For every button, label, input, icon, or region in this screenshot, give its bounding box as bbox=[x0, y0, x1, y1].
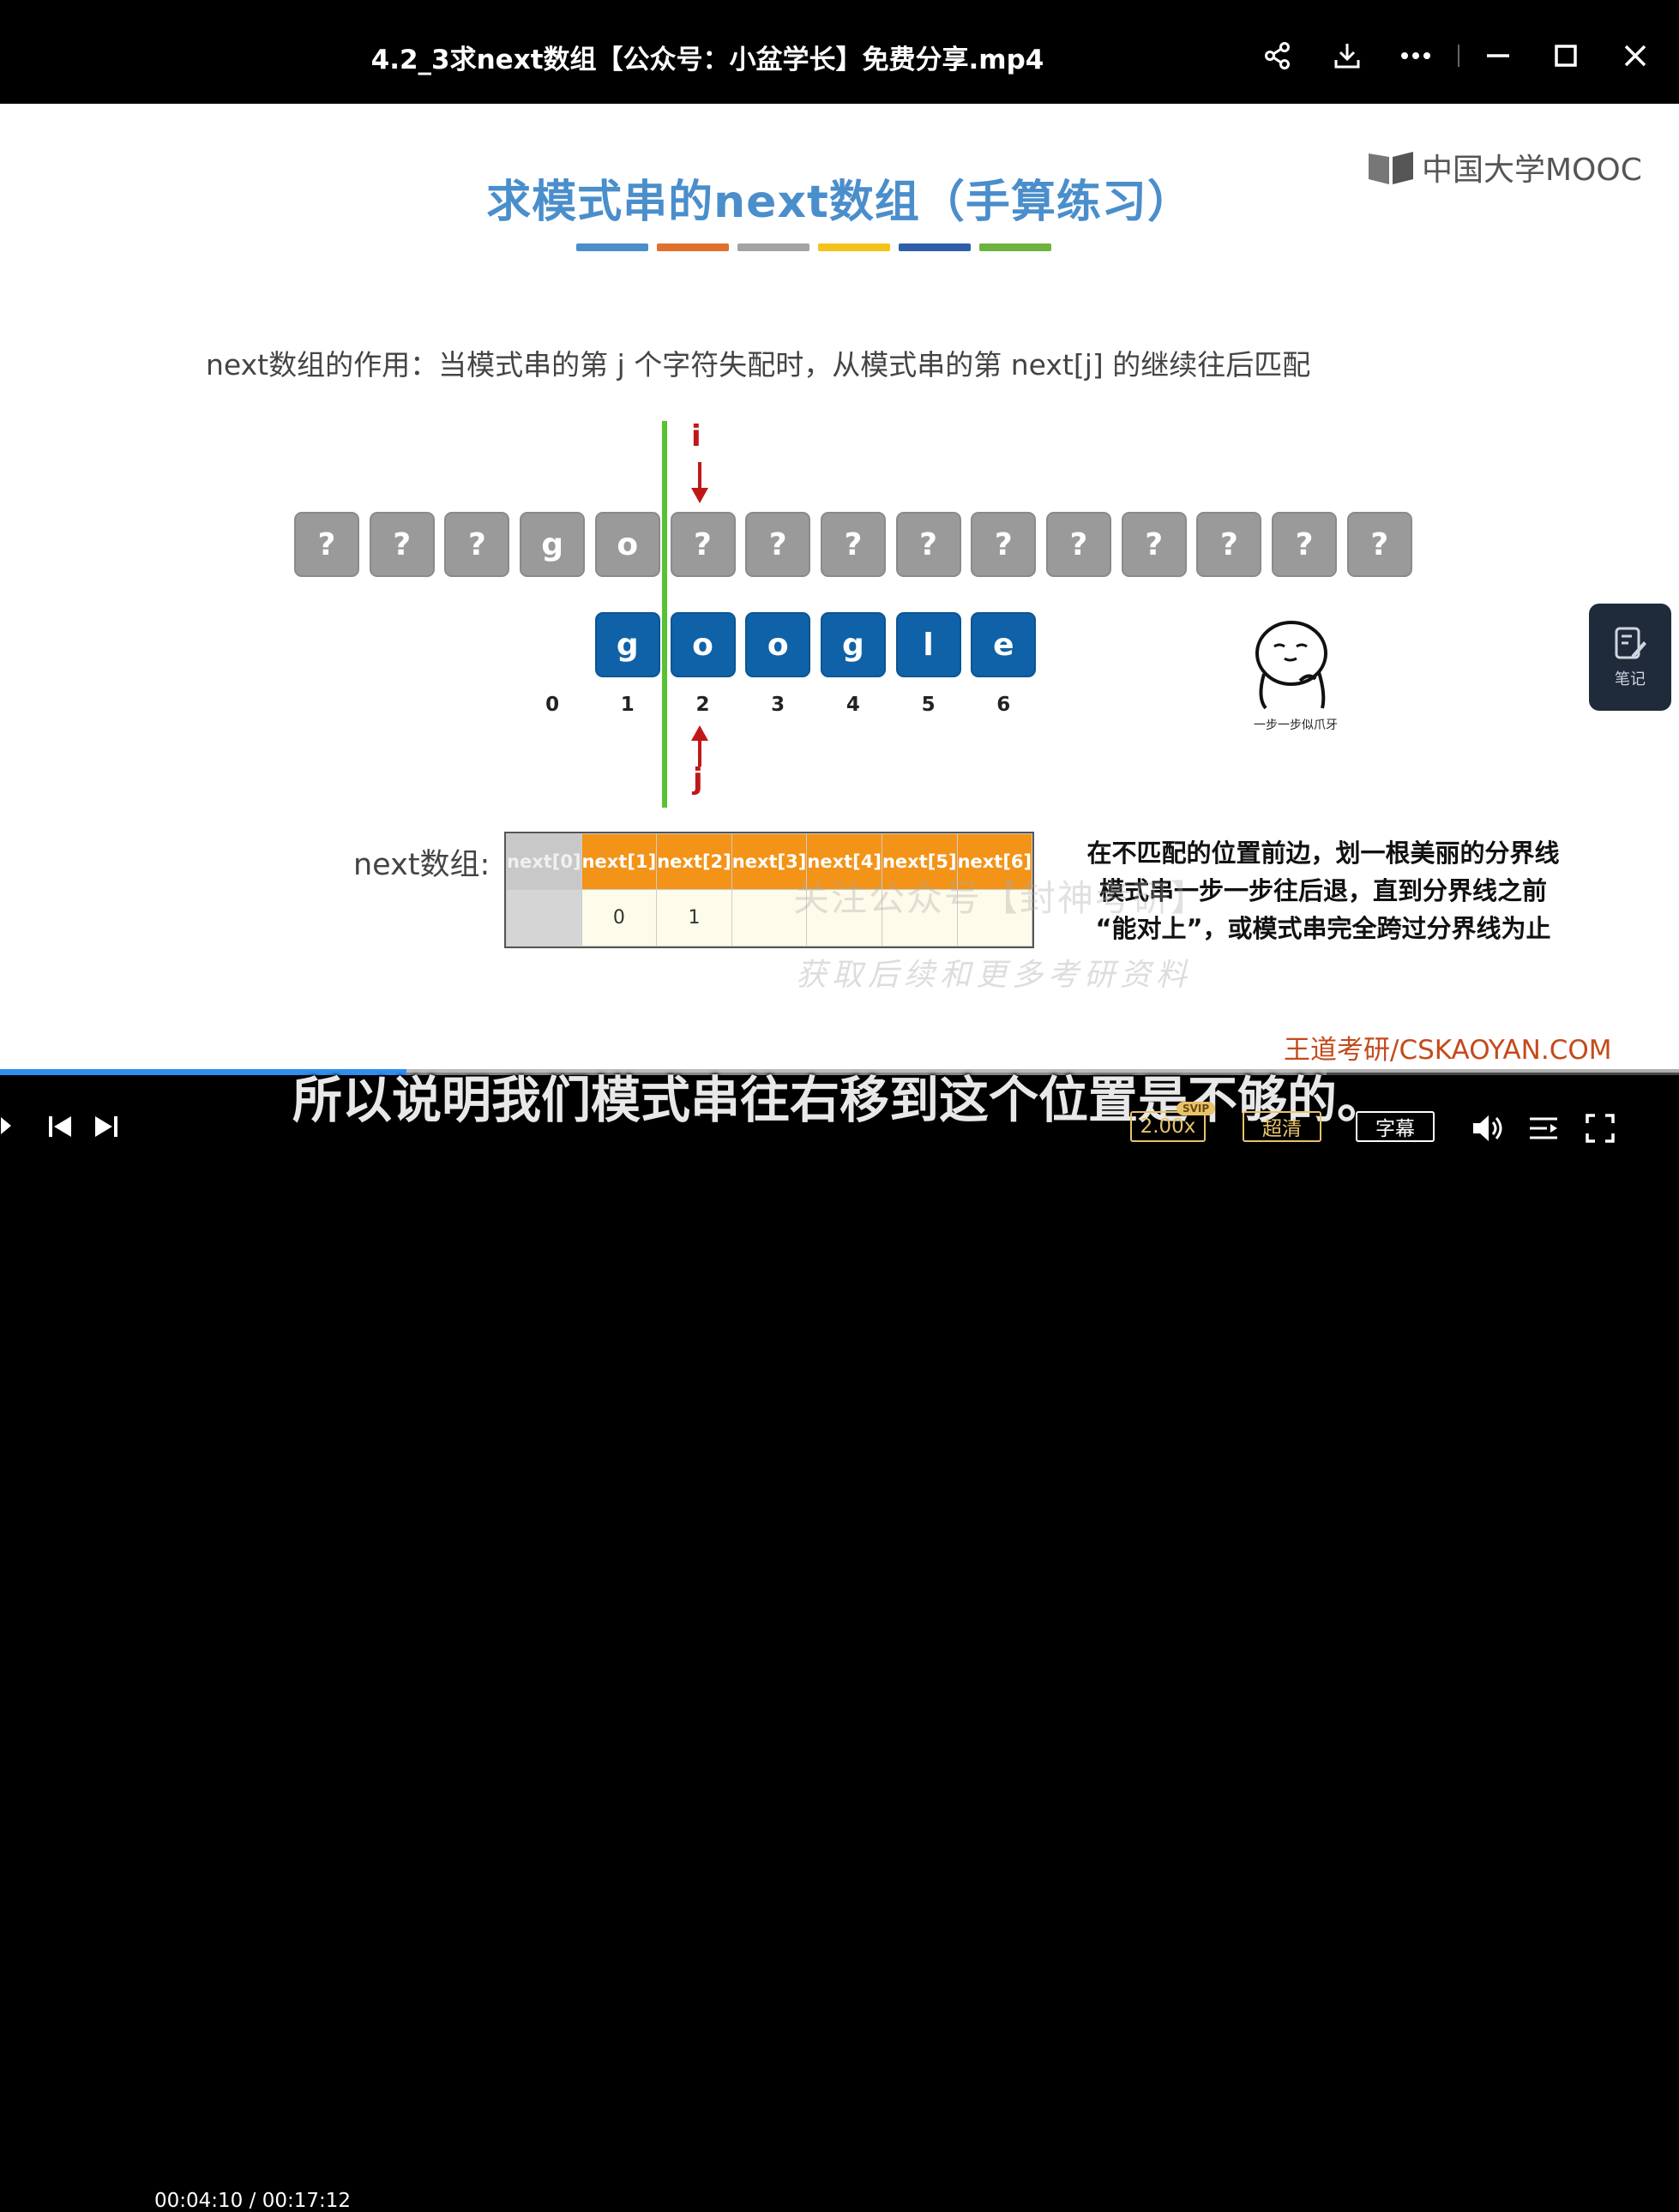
speed-button[interactable]: 2.00x bbox=[1130, 1111, 1206, 1142]
main-string-cell: ? bbox=[1346, 512, 1412, 577]
index-label: 2 bbox=[695, 694, 710, 716]
volume-icon[interactable] bbox=[1470, 1111, 1507, 1145]
next-header-cell: next[2] bbox=[656, 833, 732, 890]
book-icon bbox=[1369, 152, 1413, 184]
pattern-cell: o bbox=[670, 612, 736, 677]
heading-color-bar bbox=[576, 243, 648, 251]
notes-button-label: 笔记 bbox=[1615, 670, 1646, 688]
close-icon[interactable] bbox=[1614, 34, 1657, 77]
watermark-line-2: 获取后续和更多考研资料 bbox=[796, 958, 1193, 993]
svip-badge: SVIP bbox=[1177, 1102, 1216, 1115]
next-header-cell: next[1] bbox=[581, 833, 658, 890]
share-icon[interactable] bbox=[1256, 34, 1299, 77]
pointer-i-label: i bbox=[691, 419, 701, 454]
captions-button[interactable]: 字幕 bbox=[1356, 1111, 1435, 1142]
video-frame[interactable]: 求模式串的next数组（手算练习） 中国大学MOOC next数组的作用：当模式… bbox=[0, 104, 1679, 1073]
playback-time: 00:04:10 / 00:17:12 bbox=[154, 2190, 351, 2212]
note-edit-icon bbox=[1615, 627, 1646, 658]
index-label: 3 bbox=[771, 694, 785, 716]
divider-line bbox=[662, 421, 667, 808]
watermark-line-1: 关注公众号【封神考研】 bbox=[793, 877, 1209, 919]
next-value-cell: 0 bbox=[581, 889, 658, 947]
main-string-cell: ? bbox=[369, 512, 435, 577]
logo-text: 中国大学MOOC bbox=[1422, 153, 1642, 188]
mooc-logo: 中国大学MOOC bbox=[1367, 145, 1642, 189]
notes-button[interactable]: 笔记 bbox=[1589, 604, 1671, 711]
main-string-cell: ? bbox=[444, 512, 510, 577]
pointer-j-label: j bbox=[693, 762, 703, 796]
index-label: 5 bbox=[921, 694, 936, 716]
main-string-cell: ? bbox=[971, 512, 1037, 577]
index-label: 0 bbox=[545, 694, 560, 716]
quality-button[interactable]: 超清 bbox=[1243, 1111, 1321, 1142]
main-string-cell: ? bbox=[1046, 512, 1111, 577]
minimize-icon[interactable] bbox=[1477, 34, 1520, 77]
more-icon[interactable] bbox=[1394, 34, 1437, 77]
main-string-cell: g bbox=[520, 512, 586, 577]
index-label: 1 bbox=[620, 694, 635, 716]
arrow-down-icon bbox=[691, 462, 708, 503]
pattern-cell: o bbox=[745, 612, 811, 677]
fullscreen-icon[interactable] bbox=[1583, 1111, 1617, 1145]
index-label: 6 bbox=[996, 694, 1011, 716]
main-string-cell: ? bbox=[1196, 512, 1262, 577]
maximize-icon[interactable] bbox=[1544, 34, 1587, 77]
note-line: 在不匹配的位置前边，划一根美丽的分界线 bbox=[1086, 839, 1560, 868]
total-time: 00:17:12 bbox=[262, 2190, 351, 2212]
main-string-cell: ? bbox=[895, 512, 961, 577]
meme-caption: 一步一步似爪牙 bbox=[1254, 718, 1338, 732]
next-array-label: next数组: bbox=[353, 848, 490, 882]
description-text: next数组的作用：当模式串的第 j 个字符失配时，从模式串的第 next[j]… bbox=[206, 348, 1311, 382]
next-value-cell: 1 bbox=[656, 889, 732, 947]
heading-color-bar bbox=[818, 243, 890, 251]
download-icon[interactable] bbox=[1326, 34, 1369, 77]
heading-color-bar bbox=[979, 243, 1051, 251]
heading-color-bar bbox=[657, 243, 729, 251]
pattern-cell: g bbox=[820, 612, 886, 677]
title-bar: 4.2_3求next数组【公众号：小盆学长】免费分享.mp4 bbox=[0, 0, 1679, 104]
heading-color-bar bbox=[899, 243, 971, 251]
window-title: 4.2_3求next数组【公众号：小盆学长】免费分享.mp4 bbox=[370, 45, 1044, 75]
title-divider bbox=[1458, 45, 1459, 67]
next-value-cell bbox=[506, 889, 582, 947]
current-time: 00:04:10 bbox=[154, 2190, 244, 2212]
main-string-cell: ? bbox=[745, 512, 811, 577]
main-string-cell: ? bbox=[820, 512, 886, 577]
meme-sticker bbox=[1240, 612, 1343, 718]
playlist-icon[interactable] bbox=[1526, 1111, 1561, 1145]
index-label: 4 bbox=[846, 694, 860, 716]
main-string-cell: ? bbox=[294, 512, 359, 577]
arrow-up-icon bbox=[691, 725, 708, 766]
heading-color-bar bbox=[737, 243, 809, 251]
pattern-cell: l bbox=[895, 612, 961, 677]
next-header-cell: next[0] bbox=[506, 833, 582, 890]
main-string-cell: o bbox=[594, 512, 660, 577]
pattern-cell: e bbox=[971, 612, 1037, 677]
main-string-cell: ? bbox=[1121, 512, 1187, 577]
main-string-cell: ? bbox=[1272, 512, 1338, 577]
main-string-cell: ? bbox=[670, 512, 736, 577]
pattern-cell: g bbox=[594, 612, 660, 677]
